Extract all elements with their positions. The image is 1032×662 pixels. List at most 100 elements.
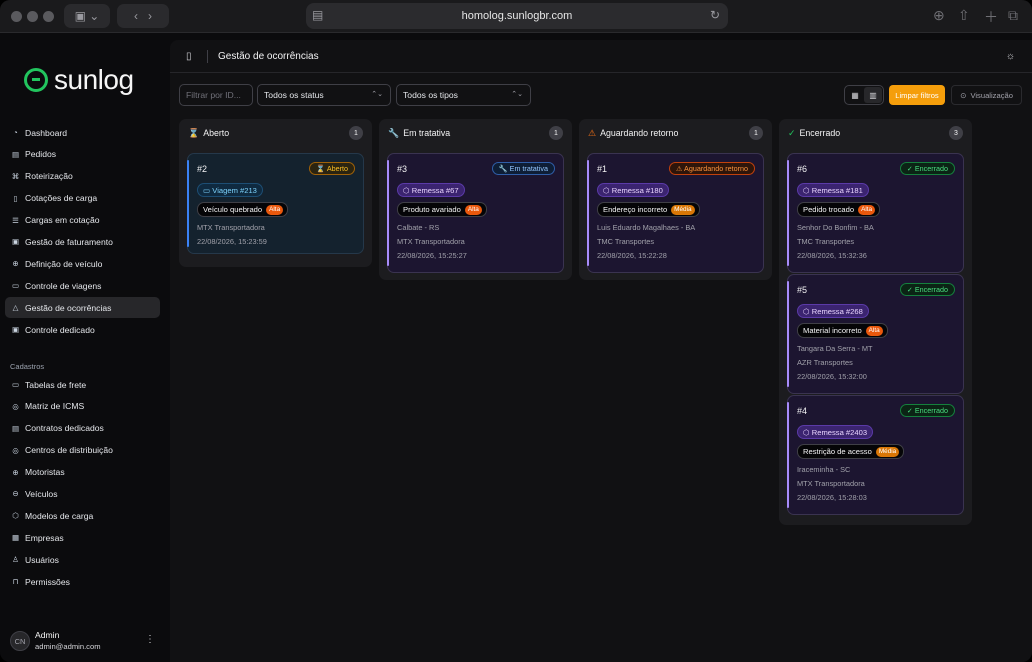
- users-icon: ♙: [12, 555, 19, 565]
- sidebar-item-main-0[interactable]: ◔ Dashboard: [5, 122, 160, 143]
- sidebar-item-cad-2[interactable]: ▤ Contratos dedicados: [5, 418, 160, 439]
- visualization-button[interactable]: ⊙ Visualização: [951, 85, 1022, 105]
- table-view-icon[interactable]: ▦: [846, 87, 864, 103]
- sidebar-item-cad-6[interactable]: ⬡ Modelos de carga: [5, 505, 160, 526]
- browser-window: ▣ ⌄ ‹ › ▤ homolog.sunlogbr.com ↻ ⊕ ⇧ ＋ ⧉…: [0, 0, 1032, 662]
- download-icon[interactable]: ⊕: [933, 7, 945, 24]
- clipboard-icon: ▤: [11, 149, 20, 159]
- car-icon: ⊖: [12, 489, 19, 499]
- alert-triangle-icon: ⚠: [588, 127, 597, 138]
- card-location: Senhor Do Bonfim - BA: [797, 223, 874, 232]
- box-icon: ⬡: [12, 511, 19, 521]
- view-mode-toggle[interactable]: ▦ ▥: [844, 85, 884, 105]
- sidebar-item-cad-1[interactable]: ◎ Matriz de ICMS: [5, 396, 160, 417]
- card-location: Calbate - RS: [397, 223, 440, 232]
- occurrence-card[interactable]: #2 ⌛ Aberto ▭ Viagem #213 Veículo quebrado A…: [187, 153, 364, 254]
- reference-chip[interactable]: ⬡ Remessa #67: [397, 183, 465, 197]
- sidebar-item-cad-8[interactable]: ♙ Usuários: [5, 549, 160, 570]
- cadastros-nav: ▭ Tabelas de frete ◎ Matriz de ICMS ▤ Contrat…: [5, 374, 160, 593]
- sidebar-item-cad-3[interactable]: ◎ Centros de distribuição: [5, 440, 160, 461]
- sidebar-item-main-3[interactable]: ▯ Cotações de carga: [5, 188, 160, 209]
- status-select[interactable]: Todos os status ⌃⌄: [257, 84, 391, 106]
- user-menu[interactable]: CN Admin admin@admin.com ⋮: [10, 628, 160, 654]
- sidebar-item-label: Usuários: [25, 554, 59, 565]
- truck-icon: ▭: [11, 380, 20, 389]
- address-bar[interactable]: ▤ homolog.sunlogbr.com ↻: [306, 3, 728, 29]
- cadastros-section-label: Cadastros: [10, 362, 45, 371]
- reason-tag: Produto avariado Alta: [397, 202, 487, 217]
- reason-label: Veículo quebrado: [203, 205, 263, 214]
- chevron-updown-icon: ⌃⌄: [371, 91, 383, 98]
- kanban-view-icon[interactable]: ▥: [864, 87, 882, 103]
- sidebar-item-main-9[interactable]: ▣ Controle dedicado: [5, 319, 160, 340]
- card-location: MTX Transportadora: [197, 223, 265, 232]
- occurrence-number: #4: [797, 406, 808, 416]
- sidebar-item-cad-9[interactable]: ⊓ Permissões: [5, 571, 160, 592]
- minimize-window-button[interactable]: [27, 11, 38, 22]
- route-icon: ⌘: [11, 171, 20, 181]
- sidebar-item-label: Permissões: [25, 576, 70, 587]
- sidebar-item-label: Pedidos: [25, 149, 57, 160]
- card-location: Luis Eduardo Magalhaes - BA: [597, 223, 696, 232]
- clear-filters-button[interactable]: Limpar filtros: [889, 85, 945, 105]
- sidebar-item-main-1[interactable]: ▤ Pedidos: [5, 144, 160, 165]
- occurrence-card[interactable]: #3 🔧 Em tratativa ⬡ Remessa #67 Produto ava…: [387, 153, 564, 273]
- sidebar-item-label: Cotações de carga: [25, 193, 98, 204]
- sidebar-toggle-icon[interactable]: ▣ ⌄: [64, 4, 110, 28]
- reason-label: Pedido trocado: [803, 205, 855, 214]
- priority-badge: Média: [671, 204, 695, 215]
- card-carrier: MTX Transportadora: [397, 237, 465, 246]
- receipt-icon: ▣: [11, 237, 20, 247]
- sidebar-item-label: Dashboard: [25, 127, 68, 138]
- id-filter-input[interactable]: [186, 90, 252, 100]
- reference-chip[interactable]: ⬡ Remessa #268: [797, 304, 869, 318]
- truck-icon: ▭: [11, 281, 20, 291]
- sidebar-item-cad-7[interactable]: ▦ Empresas: [5, 527, 160, 548]
- occurrence-number: #3: [397, 164, 408, 174]
- sunlog-logo-icon: [24, 68, 48, 92]
- card-accent-bar: [787, 281, 789, 387]
- id-filter-field[interactable]: [179, 84, 253, 106]
- sidebar-item-cad-4[interactable]: ⊕ Motoristas: [5, 462, 160, 483]
- reason-label: Endereço incorreto: [603, 205, 668, 214]
- theme-toggle-icon[interactable]: ☼: [1006, 51, 1015, 62]
- more-vertical-icon[interactable]: ⋮: [145, 634, 155, 645]
- occurrence-card[interactable]: #1 ⚠ Aguardando retorno ⬡ Remessa #180 Ende…: [587, 153, 764, 273]
- card-carrier: MTX Transportadora: [797, 479, 865, 488]
- sidebar-item-main-4[interactable]: ☰ Cargas em cotação: [5, 210, 160, 231]
- sidebar-item-cad-5[interactable]: ⊖ Veículos: [5, 483, 160, 504]
- sunlog-logo: sunlog: [24, 64, 134, 96]
- reload-icon[interactable]: ↻: [710, 8, 720, 22]
- type-select[interactable]: Todos os tipos ⌃⌄: [396, 84, 531, 106]
- sidebar-item-main-2[interactable]: ⌘ Roteirização: [5, 166, 160, 187]
- occurrence-card[interactable]: #5 ✓ Encerrado ⬡ Remessa #268 Material inco…: [787, 274, 964, 394]
- reference-chip[interactable]: ⬡ Remessa #180: [597, 183, 669, 197]
- occurrence-number: #5: [797, 285, 808, 295]
- back-forward-icon[interactable]: ‹ ›: [117, 4, 169, 28]
- occurrence-card[interactable]: #6 ✓ Encerrado ⬡ Remessa #181 Pedido trocad…: [787, 153, 964, 273]
- new-tab-icon[interactable]: ＋: [984, 7, 998, 27]
- share-icon[interactable]: ⇧: [958, 7, 970, 24]
- sidebar-item-main-8[interactable]: △ Gestão de ocorrências: [5, 297, 160, 319]
- sidebar-item-label: Gestão de ocorrências: [25, 302, 112, 313]
- map-pin-icon: ◎: [12, 401, 19, 411]
- zoom-window-button[interactable]: [43, 11, 54, 22]
- reference-chip[interactable]: ⬡ Remessa #181: [797, 183, 869, 197]
- occurrence-card[interactable]: #4 ✓ Encerrado ⬡ Remessa #2403 Restrição de…: [787, 395, 964, 515]
- main-nav: ◔ Dashboard ▤ Pedidos ⌘ Roteirização ▯ Cotações…: [5, 122, 160, 341]
- reference-chip[interactable]: ▭ Viagem #213: [197, 183, 263, 197]
- eye-icon: ⊙: [960, 90, 967, 100]
- tabs-overview-icon[interactable]: ⧉: [1008, 7, 1018, 24]
- sidebar-item-main-7[interactable]: ▭ Controle de viagens: [5, 275, 160, 296]
- card-accent-bar: [787, 402, 789, 508]
- close-window-button[interactable]: [11, 11, 22, 22]
- type-select-value: Todos os tipos: [403, 90, 458, 100]
- status-badge: ✓ Encerrado: [899, 283, 955, 296]
- reference-chip[interactable]: ⬡ Remessa #2403: [797, 425, 874, 439]
- sidebar-item-main-6[interactable]: ⊕ Definição de veículo: [5, 253, 160, 274]
- panel-toggle-icon[interactable]: ▯: [186, 51, 192, 62]
- sidebar-item-cad-0[interactable]: ▭ Tabelas de frete: [5, 374, 160, 395]
- sidebar-item-main-5[interactable]: ▣ Gestão de faturamento: [5, 231, 160, 252]
- kanban-column-1: 🔧 Em tratativa 1 #3 🔧 Em tratativa ⬡ Remessa …: [379, 119, 572, 280]
- occurrence-number: #2: [197, 164, 208, 174]
